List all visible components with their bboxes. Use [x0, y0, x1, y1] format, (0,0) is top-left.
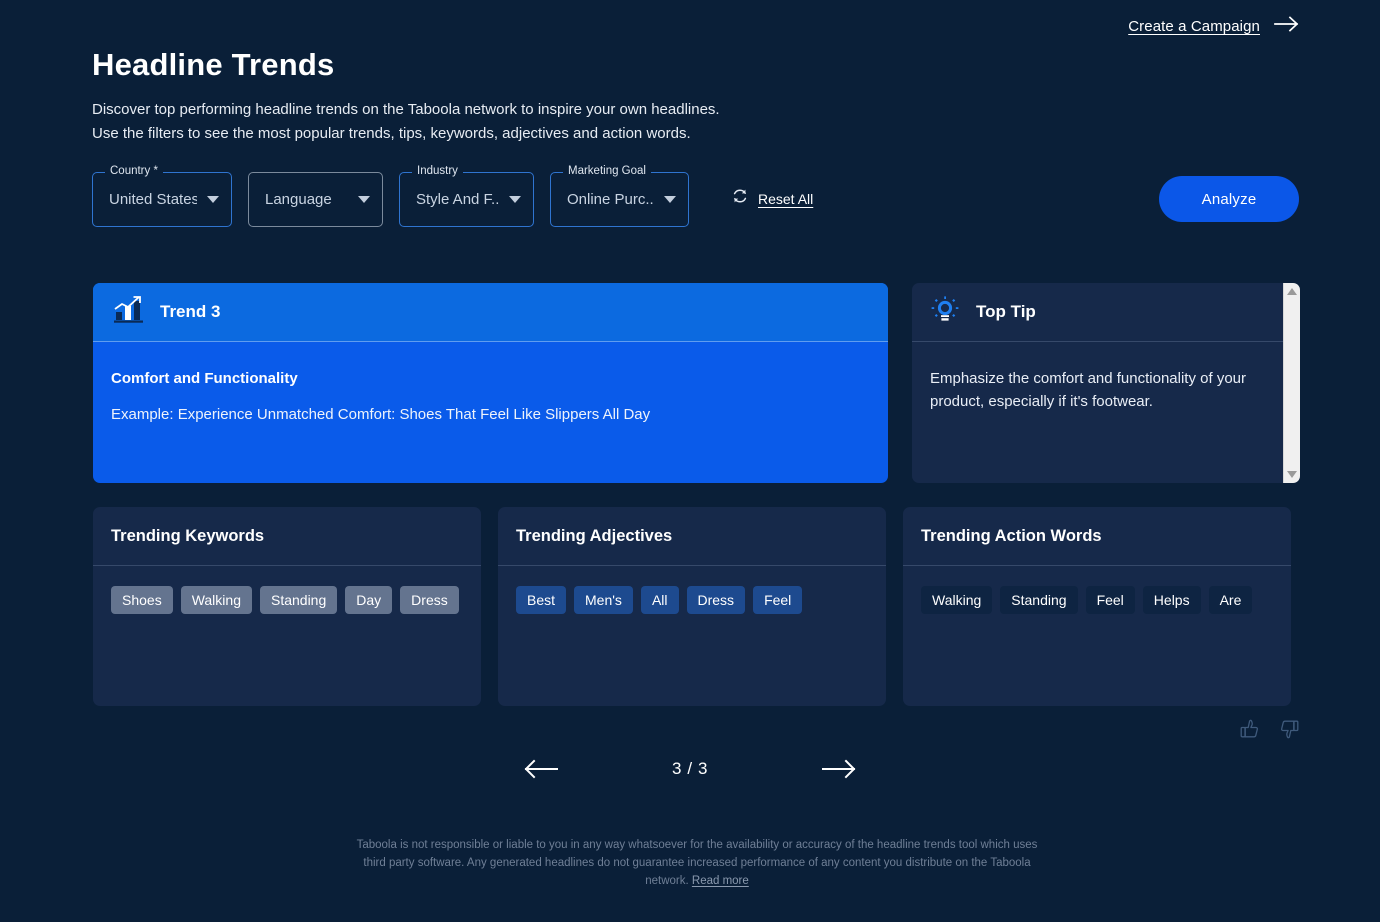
word-chip[interactable]: Helps: [1142, 586, 1201, 614]
panel-title: Trending Keywords: [111, 526, 265, 545]
language-value: Language: [265, 191, 332, 208]
marketing-goal-label: Marketing Goal: [563, 165, 651, 177]
top-tip-title: Top Tip: [976, 302, 1036, 321]
word-chip[interactable]: Feel: [1085, 586, 1135, 614]
top-tip-text: Emphasize the comfort and functionality …: [930, 370, 1246, 410]
industry-select[interactable]: Industry Style And F...: [399, 165, 534, 227]
subtitle-line-1: Discover top performing headline trends …: [92, 101, 720, 118]
panel-header: Trending Action Words: [903, 507, 1291, 566]
marketing-goal-value: Online Purc...: [567, 191, 654, 208]
trend-card: Trend 3 Comfort and Functionality Exampl…: [93, 283, 888, 483]
next-page-button[interactable]: [821, 758, 857, 780]
panel-title: Trending Action Words: [921, 526, 1102, 545]
word-chip[interactable]: Dress: [400, 586, 459, 614]
scroll-down-icon[interactable]: [1287, 471, 1297, 478]
chevron-down-icon: [664, 196, 676, 203]
create-campaign-label: Create a Campaign: [1128, 18, 1260, 35]
trend-example: Example: Experience Unmatched Comfort: S…: [111, 406, 651, 423]
arrow-right-icon: [1274, 16, 1300, 37]
scroll-up-icon[interactable]: [1287, 288, 1297, 295]
previous-page-button[interactable]: [523, 758, 559, 780]
trend-card-body: Comfort and Functionality Example: Exper…: [93, 342, 888, 423]
chevron-down-icon: [207, 196, 219, 203]
top-tip-body: Emphasize the comfort and functionality …: [912, 342, 1283, 413]
page-subtitle: Discover top performing headline trends …: [92, 98, 720, 146]
trend-name: Comfort and Functionality: [111, 370, 298, 387]
word-chip[interactable]: Dress: [686, 586, 746, 614]
page-count: 3 / 3: [671, 759, 709, 778]
filters-bar: Country * United States Language Industr…: [92, 165, 813, 227]
create-campaign-link[interactable]: Create a Campaign: [1128, 16, 1300, 37]
trending-adjectives-panel: Trending Adjectives Best Men's All Dress Fee…: [498, 507, 886, 706]
word-chip[interactable]: Standing: [1000, 586, 1078, 614]
footer-disclaimer: Taboola is not responsible or liable to …: [347, 836, 1047, 890]
action-word-chip-list: Walking Standing Feel Helps Are: [903, 566, 1291, 614]
bar-chart-trending-up-icon: [113, 295, 145, 330]
pagination: 3 / 3: [0, 758, 1380, 780]
word-chip[interactable]: Best: [516, 586, 567, 614]
word-chip[interactable]: Feel: [753, 586, 803, 614]
trend-header-title: Trend 3: [160, 302, 221, 321]
top-tip-header: Top Tip: [912, 283, 1283, 342]
word-chip[interactable]: Shoes: [111, 586, 173, 614]
top-tip-main: Top Tip Emphasize the comfort and functi…: [912, 283, 1283, 483]
keyword-chip-list: Shoes Walking Standing Day Dress: [93, 566, 481, 614]
panel-title: Trending Adjectives: [516, 526, 673, 545]
panel-header: Trending Adjectives: [498, 507, 886, 566]
marketing-goal-select[interactable]: Marketing Goal Online Purc...: [550, 165, 689, 227]
subtitle-line-2: Use the filters to see the most popular …: [92, 125, 691, 142]
thumbs-down-icon[interactable]: [1278, 718, 1300, 740]
panel-header: Trending Keywords: [93, 507, 481, 566]
country-label: Country *: [105, 165, 163, 177]
adjective-chip-list: Best Men's All Dress Feel: [498, 566, 886, 614]
word-chip[interactable]: Day: [345, 586, 393, 614]
industry-value: Style And F...: [416, 191, 499, 208]
word-chip[interactable]: All: [640, 586, 679, 614]
word-panels: Trending Keywords Shoes Walking Standing Da…: [93, 507, 1291, 706]
thumbs-up-icon[interactable]: [1239, 718, 1261, 740]
chevron-down-icon: [358, 196, 370, 203]
language-select[interactable]: Language: [248, 172, 383, 227]
word-chip[interactable]: Walking: [180, 586, 252, 614]
trend-card-header: Trend 3: [93, 283, 888, 342]
word-chip[interactable]: Are: [1208, 586, 1253, 614]
top-tip-card: Top Tip Emphasize the comfort and functi…: [912, 283, 1300, 483]
industry-label: Industry: [412, 165, 463, 177]
country-select[interactable]: Country * United States: [92, 165, 232, 227]
reset-all-label: Reset All: [758, 190, 814, 207]
lightbulb-icon: [930, 295, 960, 330]
word-chip[interactable]: Men's: [574, 586, 633, 614]
reset-all-button[interactable]: Reset All: [731, 187, 813, 210]
feedback-controls: [1239, 718, 1300, 740]
refresh-icon: [731, 187, 749, 210]
country-value: United States: [109, 191, 197, 208]
read-more-link[interactable]: Read more: [692, 875, 749, 887]
top-tip-scrollbar[interactable]: [1283, 283, 1300, 483]
word-chip[interactable]: Standing: [259, 586, 338, 614]
chevron-down-icon: [509, 196, 521, 203]
word-chip[interactable]: Walking: [921, 586, 993, 614]
trending-keywords-panel: Trending Keywords Shoes Walking Standing Da…: [93, 507, 481, 706]
trending-action-words-panel: Trending Action Words Walking Standing Fee…: [903, 507, 1291, 706]
page-title: Headline Trends: [92, 47, 335, 82]
page-header: Headline Trends Discover top performing …: [92, 45, 720, 146]
analyze-button[interactable]: Analyze: [1159, 176, 1299, 222]
headline-trends-page: Create a Campaign Headline Trends Discov…: [0, 0, 1380, 922]
